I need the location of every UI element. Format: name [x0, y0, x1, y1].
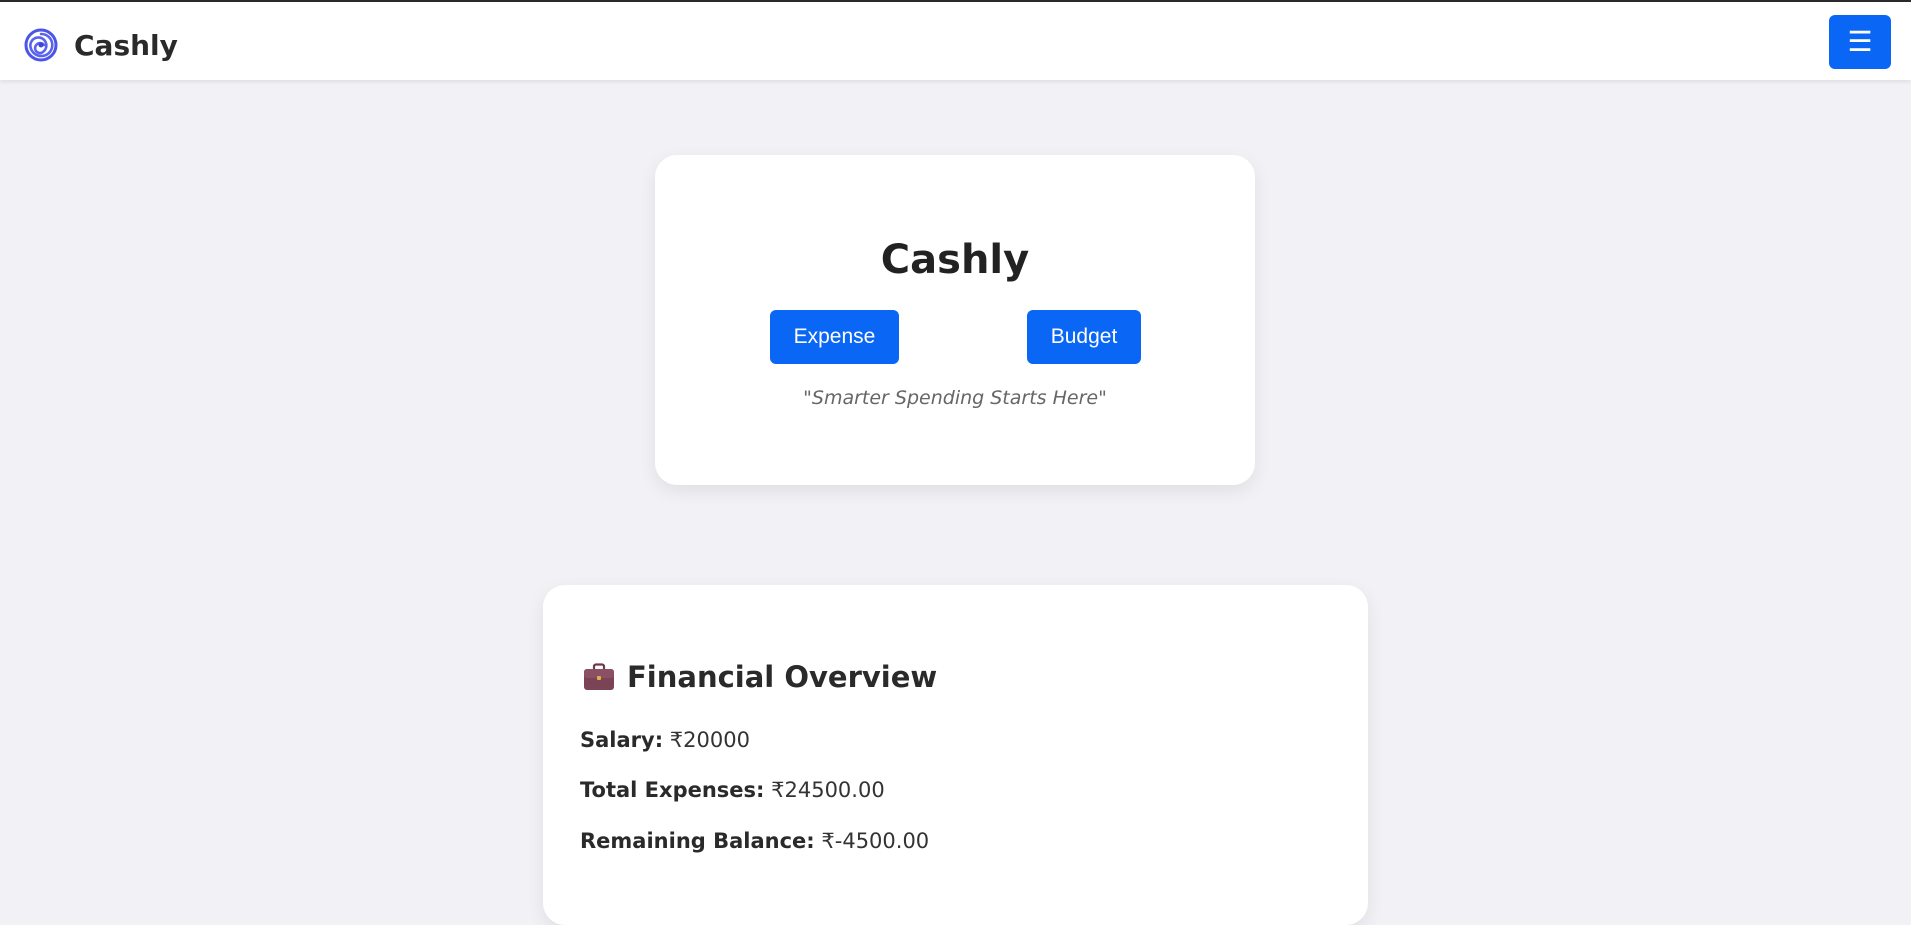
- expense-button[interactable]: Expense: [770, 310, 899, 364]
- hamburger-icon: ☰: [1847, 26, 1873, 57]
- salary-label: Salary:: [580, 728, 664, 752]
- remaining-balance-row: Remaining Balance: ₹-4500.00: [580, 829, 929, 853]
- salary-row: Salary: ₹20000: [580, 728, 750, 752]
- brand[interactable]: Cashly: [24, 27, 178, 63]
- remaining-balance-label: Remaining Balance:: [580, 829, 815, 853]
- total-expenses-row: Total Expenses: ₹24500.00: [580, 778, 885, 802]
- total-expenses-label: Total Expenses:: [580, 778, 765, 802]
- tagline: "Smarter Spending Starts Here": [803, 387, 1107, 409]
- swirl-logo-icon: [24, 28, 58, 62]
- hamburger-menu-button[interactable]: ☰: [1829, 15, 1891, 69]
- navbar: Cashly ☰: [0, 2, 1911, 80]
- salary-value: ₹20000: [669, 728, 750, 752]
- briefcase-icon: [583, 663, 615, 691]
- overview-header: Financial Overview: [583, 657, 937, 697]
- financial-overview-card: Financial Overview Salary: ₹20000 Total …: [543, 585, 1368, 925]
- total-expenses-value: ₹24500.00: [771, 778, 885, 802]
- remaining-balance-value: ₹-4500.00: [821, 829, 930, 853]
- brand-name: Cashly: [74, 28, 178, 62]
- hero-card: Cashly Expense Budget "Smarter Spending …: [655, 155, 1255, 485]
- budget-button[interactable]: Budget: [1027, 310, 1141, 364]
- overview-title: Financial Overview: [627, 660, 938, 694]
- hero-title: Cashly: [880, 237, 1030, 283]
